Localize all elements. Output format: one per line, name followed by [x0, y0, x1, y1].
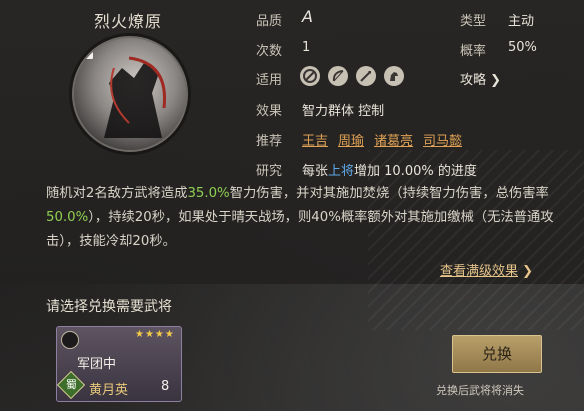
chevron-right-icon: ❯	[490, 73, 502, 88]
quality-value: A	[302, 7, 313, 26]
description-part-2: 智力伤害，并对其施加焚烧（持续智力伤害，总伤害率	[229, 186, 549, 201]
full-effect-label[interactable]: 查看满级效果	[440, 264, 518, 279]
select-general-title: 请选择兑换需要武将	[46, 299, 172, 315]
strategy-link[interactable]: 攻略 ❯	[460, 69, 501, 88]
cavalry-troop-icon	[384, 66, 404, 86]
general-level: 8	[161, 379, 170, 394]
lock-icon	[79, 40, 93, 59]
faction-label: 蜀	[65, 377, 77, 391]
exchange-note: 兑换后武将将消失	[436, 384, 524, 397]
general-card[interactable]: ★★★★ 军团中 蜀 黄月英 8	[56, 326, 182, 402]
troop-type-icons	[300, 66, 404, 86]
faction-badge: 蜀	[57, 370, 86, 400]
applicable-label: 适用	[256, 73, 283, 88]
recommend-general-1[interactable]: 王吉	[302, 130, 328, 149]
rate-value: 50%	[508, 40, 537, 55]
exchange-button[interactable]: 兑换	[452, 335, 542, 373]
skill-description: 随机对2名敌方武将造成35.0%智力伤害，并对其施加焚烧（持续智力伤害，总伤害率…	[46, 182, 566, 254]
description-value-2: 50.0%	[46, 210, 89, 225]
bow-troop-icon	[328, 66, 348, 86]
general-name: 黄月英	[89, 383, 129, 398]
full-effect-link[interactable]: 查看满级效果 ❯	[440, 260, 533, 279]
type-label: 类型	[460, 14, 487, 29]
recommend-general-2[interactable]: 周瑜	[338, 130, 364, 149]
rate-label: 概率	[460, 44, 487, 59]
description-part-1: 随机对2名敌方武将造成	[46, 186, 188, 201]
chevron-right-icon: ❯	[522, 264, 534, 279]
effect-value: 智力群体 控制	[302, 104, 385, 119]
card-status-label: 军团中	[77, 357, 117, 372]
quality-label: 品质	[256, 14, 283, 29]
effect-label: 效果	[256, 104, 283, 119]
type-value: 主动	[508, 14, 535, 29]
description-value-1: 35.0%	[187, 186, 230, 201]
count-value: 1	[302, 40, 311, 55]
recommend-general-4[interactable]: 司马懿	[423, 130, 462, 149]
description-part-3: ），持续20秒，如果处于晴天战场，则40%概率额外对其施加缴械（无法普通攻击），…	[46, 210, 554, 249]
spear-troop-icon	[356, 66, 376, 86]
skill-name: 烈火燎原	[94, 12, 163, 31]
bow-troop-icon	[61, 331, 79, 349]
strategy-label[interactable]: 攻略	[460, 73, 486, 88]
research-label: 研究	[256, 164, 283, 179]
shield-troop-icon	[300, 66, 320, 86]
star-rating: ★★★★	[135, 329, 175, 340]
recommend-general-3[interactable]: 诸葛亮	[374, 130, 413, 149]
recommend-label: 推荐	[256, 134, 283, 149]
recommend-list: 王吉 周瑜 诸葛亮 司马懿	[302, 130, 462, 149]
research-pre: 每张	[302, 164, 329, 179]
skill-portrait	[72, 36, 188, 152]
research-post: 增加 10.00% 的进度	[354, 164, 477, 179]
research-value: 每张上将增加 10.00% 的进度	[302, 160, 477, 179]
research-highlight: 上将	[328, 164, 355, 179]
count-label: 次数	[256, 44, 283, 59]
